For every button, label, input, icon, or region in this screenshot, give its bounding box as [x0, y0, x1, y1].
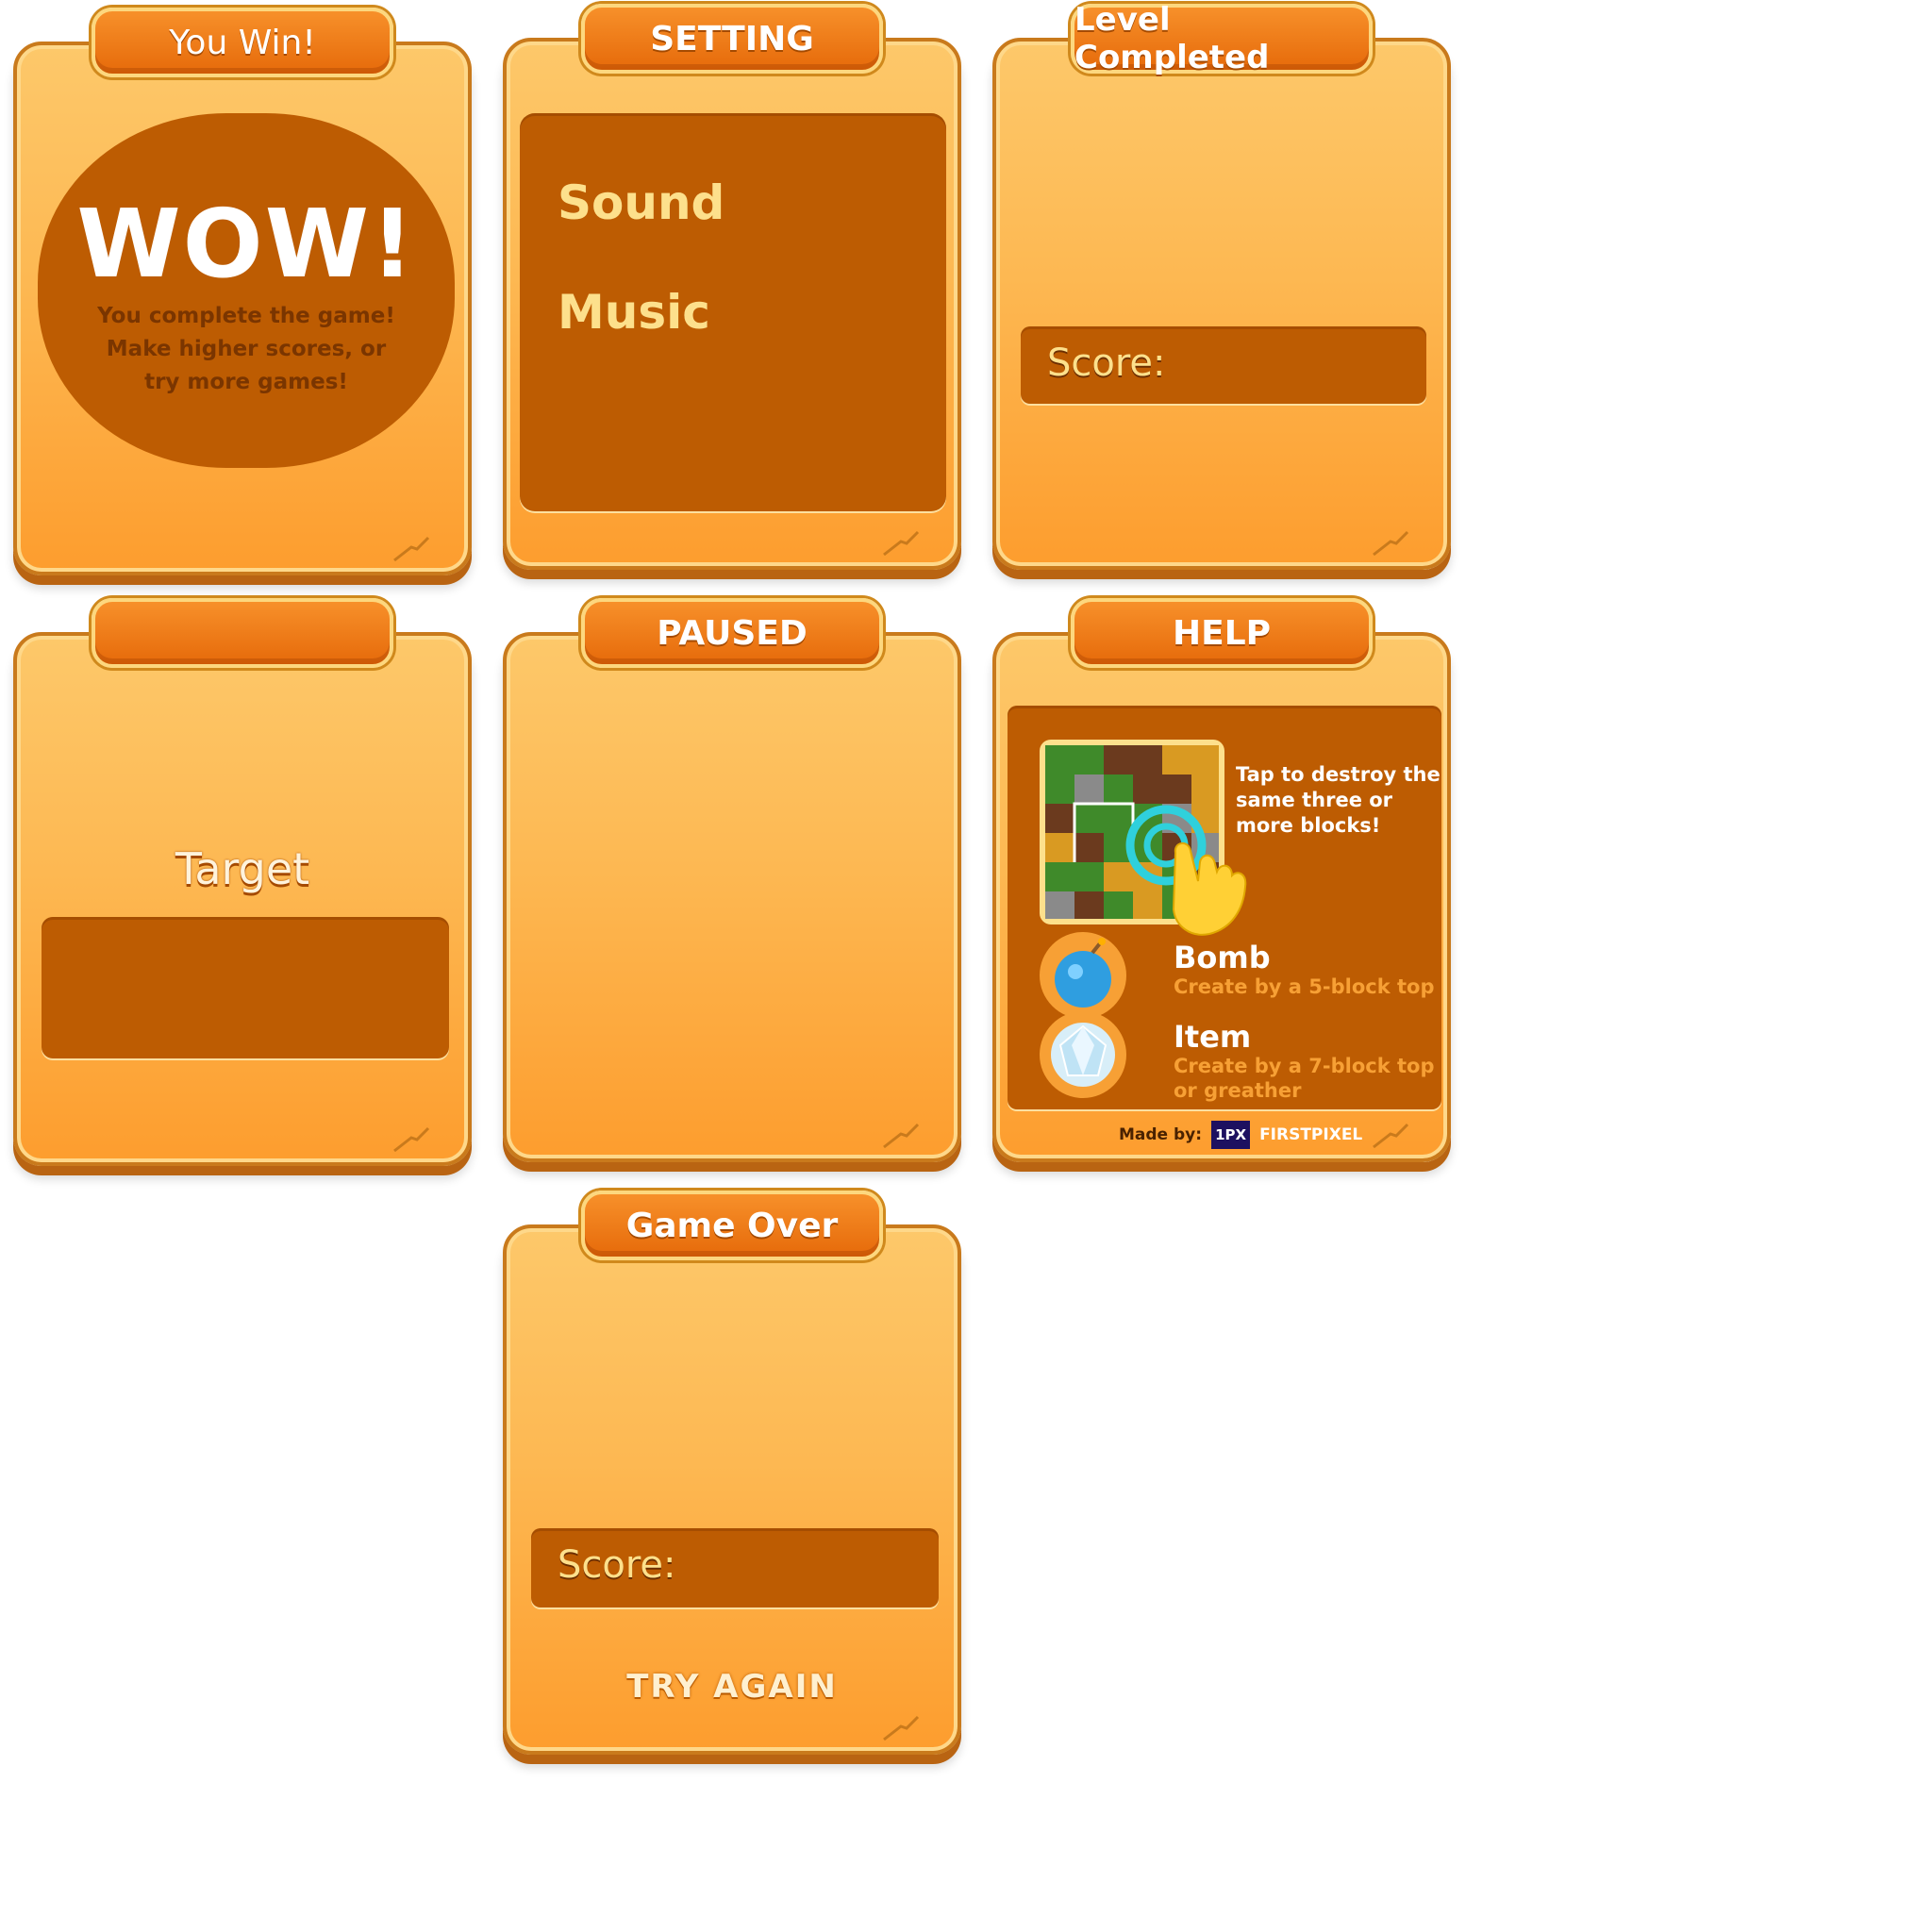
made-by-credit: Made by: 1PX FIRSTPIXEL	[1119, 1121, 1362, 1149]
corner-crack-icon	[393, 536, 430, 562]
level-score-box: Score:	[1021, 326, 1426, 404]
wow-headline: WOW!	[76, 189, 416, 299]
bomb-desc: Create by a 5-block top	[1174, 975, 1435, 998]
you-win-title: You Win!	[169, 23, 316, 62]
help-tap-line2: same three or	[1236, 789, 1393, 811]
target-label: Target	[175, 843, 310, 894]
game-over-score-label: Score:	[558, 1543, 676, 1587]
target-banner	[92, 598, 393, 668]
item-desc-line2: or greather	[1174, 1079, 1302, 1102]
level-completed-title: Level Completed	[1074, 1, 1270, 76]
setting-title: SETTING	[650, 19, 814, 58]
help-card: HELP Tap to destroy the same three or mo…	[992, 598, 1451, 1162]
setting-panel: Sound Music	[520, 113, 946, 511]
level-completed-card: Level Completed Score:	[992, 1, 1451, 570]
item-title: Item	[1174, 1019, 1252, 1055]
item-desc-line1: Create by a 7-block top	[1174, 1055, 1435, 1077]
help-tap-line3: more blocks!	[1236, 814, 1381, 837]
paused-banner: PAUSED	[581, 598, 883, 668]
try-again-button[interactable]: TRY AGAIN	[507, 1668, 958, 1706]
corner-crack-icon	[1373, 530, 1409, 557]
game-over-title: Game Over	[625, 1206, 839, 1245]
you-win-card: You Win! WOW! You complete the game! Mak…	[13, 8, 472, 575]
game-over-banner: Game Over	[581, 1191, 883, 1260]
game-over-card: Game Over Score: TRY AGAIN	[503, 1191, 961, 1755]
level-completed-banner: Level Completed	[1071, 1, 1373, 76]
you-win-banner: You Win!	[92, 8, 393, 77]
firstpixel-logo-text[interactable]: FIRSTPIXEL	[1259, 1125, 1362, 1144]
you-win-message-line2: Make higher scores, or	[106, 337, 387, 361]
you-win-message-line3: try more games!	[144, 370, 348, 394]
level-score-label: Score:	[1047, 341, 1166, 385]
help-title: HELP	[1172, 613, 1272, 653]
help-panel: Tap to destroy the same three or more bl…	[1008, 706, 1441, 1109]
setting-banner: SETTING	[581, 4, 883, 74]
target-card: Target	[13, 598, 472, 1166]
help-tap-line1: Tap to destroy the	[1236, 763, 1441, 786]
wow-bubble: WOW! You complete the game! Make higher …	[38, 113, 455, 468]
bomb-icon	[1040, 932, 1126, 1019]
made-by-label: Made by:	[1119, 1125, 1203, 1144]
music-label[interactable]: Music	[558, 285, 710, 340]
paused-title: PAUSED	[657, 613, 808, 653]
bomb-title: Bomb	[1174, 940, 1271, 975]
corner-crack-icon	[883, 530, 920, 557]
corner-crack-icon	[393, 1126, 430, 1153]
corner-crack-icon	[883, 1123, 920, 1149]
corner-crack-icon	[1373, 1123, 1409, 1149]
corner-crack-icon	[883, 1715, 920, 1741]
help-banner: HELP	[1071, 598, 1373, 668]
game-over-score-box: Score:	[531, 1528, 939, 1607]
paused-card: PAUSED	[503, 598, 961, 1162]
firstpixel-logo-badge[interactable]: 1PX	[1211, 1121, 1251, 1149]
setting-card: SETTING Sound Music	[503, 4, 961, 570]
diamond-icon	[1040, 1011, 1126, 1098]
target-value-box	[42, 917, 449, 1058]
sound-label[interactable]: Sound	[558, 175, 724, 230]
you-win-message-line1: You complete the game!	[97, 304, 395, 328]
